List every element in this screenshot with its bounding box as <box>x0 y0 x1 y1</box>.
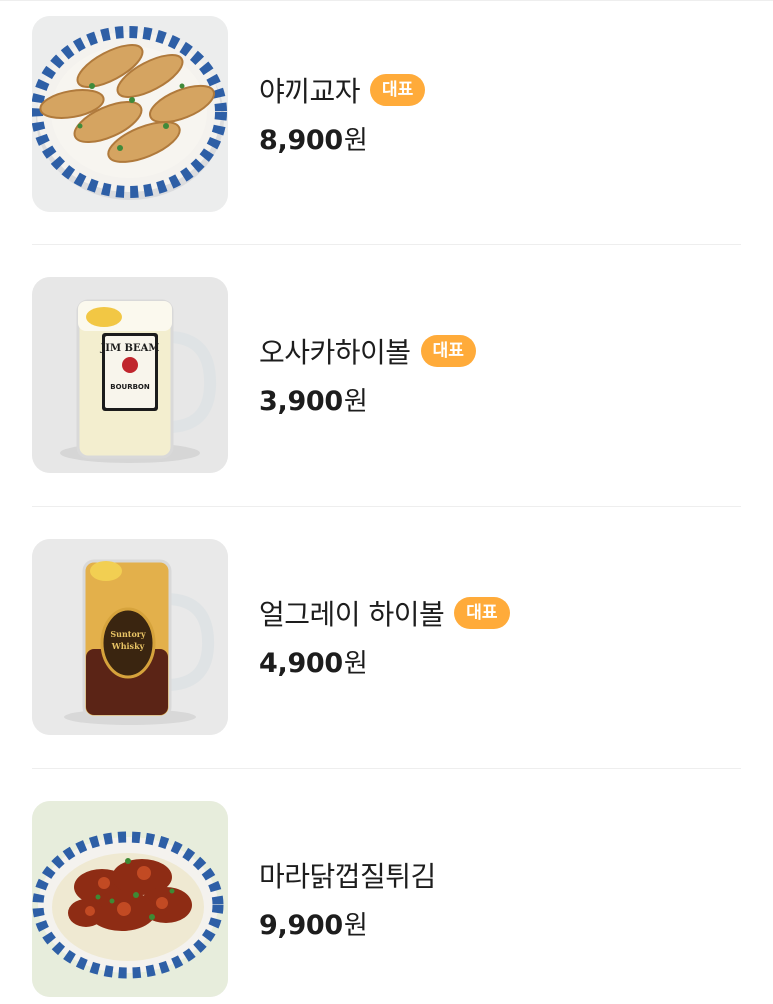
fried-chicken-skin-plate-image <box>32 801 228 997</box>
menu-item-name: 마라닭껍질튀김 <box>259 860 436 893</box>
dumplings-plate-image <box>32 16 228 212</box>
suntory-sub-text: Whisky <box>111 641 145 651</box>
name-row: 마라닭껍질튀김 <box>259 853 436 897</box>
menu-item-info: 얼그레이 하이볼 대표 4,900 원 <box>259 591 510 683</box>
menu-item-price: 9,900 <box>259 910 343 941</box>
currency-label: 원 <box>343 387 368 417</box>
menu-item-yakki-gyoza[interactable]: 야끼교자 대표 8,900 원 <box>32 16 741 212</box>
signature-badge: 대표 <box>370 74 426 106</box>
item-divider <box>32 244 741 245</box>
price-row: 3,900 원 <box>259 381 476 421</box>
suntory-label-text: Suntory <box>110 629 146 639</box>
highball-mug-image: JIM BEAM BOURBON <box>32 277 228 473</box>
price-row: 8,900 원 <box>259 120 425 160</box>
menu-item-osaka-highball[interactable]: JIM BEAM BOURBON 오사카하이볼 대표 3,900 원 <box>32 277 741 473</box>
menu-item-info: 야끼교자 대표 8,900 원 <box>259 68 426 160</box>
signature-badge: 대표 <box>420 335 476 367</box>
menu-item-price: 4,900 <box>259 648 343 679</box>
item-divider <box>32 506 741 507</box>
menu-item-name: 오사카하이볼 <box>259 336 411 369</box>
item-divider <box>32 768 741 769</box>
name-row: 야끼교자 대표 <box>259 68 426 112</box>
top-divider <box>0 0 773 1</box>
menu-item-price: 8,900 <box>259 125 343 156</box>
earlgrey-highball-mug-image: Suntory Whisky <box>32 539 228 735</box>
currency-label: 원 <box>343 649 368 679</box>
jim-beam-sub-text: BOURBON <box>110 383 150 391</box>
price-row: 9,900 원 <box>259 905 436 945</box>
menu-item-name: 야끼교자 <box>259 75 361 108</box>
name-row: 오사카하이볼 대표 <box>259 329 476 373</box>
currency-label: 원 <box>343 911 368 941</box>
menu-item-mala-chicken-skin[interactable]: 마라닭껍질튀김 9,900 원 <box>32 801 741 997</box>
menu-item-name: 얼그레이 하이볼 <box>259 598 445 631</box>
menu-item-info: 마라닭껍질튀김 9,900 원 <box>259 853 436 945</box>
price-row: 4,900 원 <box>259 643 510 683</box>
menu-item-price: 3,900 <box>259 386 343 417</box>
menu-item-earlgrey-highball[interactable]: Suntory Whisky 얼그레이 하이볼 대표 4,900 원 <box>32 539 741 735</box>
menu-item-info: 오사카하이볼 대표 3,900 원 <box>259 329 476 421</box>
jim-beam-label-text: JIM BEAM <box>100 343 160 354</box>
name-row: 얼그레이 하이볼 대표 <box>259 591 510 635</box>
currency-label: 원 <box>343 126 368 156</box>
signature-badge: 대표 <box>454 597 510 629</box>
